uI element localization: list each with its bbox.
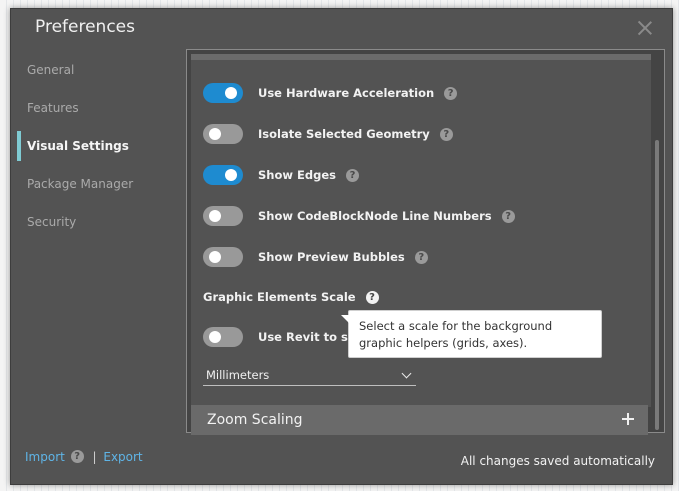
toggle-knob (209, 331, 221, 343)
import-link[interactable]: Import (25, 450, 65, 464)
toggle-knob (225, 169, 237, 181)
units-select-value: Millimeters (206, 368, 270, 382)
section-heading: Graphic Elements Scale (203, 290, 356, 304)
graphic-elements-scale-heading: Graphic Elements Scale ? (203, 286, 379, 308)
units-select[interactable]: Millimeters (203, 364, 416, 386)
setting-label: Show Preview Bubbles (258, 250, 405, 264)
sidebar-item-package-manager[interactable]: Package Manager (11, 165, 181, 203)
toggle-knob (209, 251, 221, 263)
setting-row-hardware-acceleration: Use Hardware Acceleration ? (203, 82, 458, 104)
setting-row-line-numbers: Show CodeBlockNode Line Numbers ? (203, 205, 515, 227)
expand-plus-icon[interactable] (622, 413, 634, 425)
isolate-geometry-toggle[interactable] (203, 124, 243, 144)
export-link[interactable]: Export (103, 450, 142, 464)
dialog-title: Preferences (35, 17, 135, 37)
help-icon[interactable]: ? (414, 250, 428, 264)
help-icon[interactable]: ? (501, 209, 515, 223)
zoom-scaling-section[interactable]: Zoom Scaling (191, 405, 648, 435)
sidebar-item-general[interactable]: General (11, 51, 181, 89)
show-edges-toggle[interactable] (203, 165, 243, 185)
sidebar-item-visual-settings[interactable]: Visual Settings (11, 127, 181, 165)
toggle-knob (209, 128, 221, 140)
setting-label: Use Hardware Acceleration (258, 86, 435, 100)
scrollbar[interactable] (655, 140, 659, 430)
preferences-dialog: Preferences General Features Visual Sett… (10, 8, 673, 485)
preview-bubbles-toggle[interactable] (203, 247, 243, 267)
hardware-acceleration-toggle[interactable] (203, 83, 243, 103)
setting-label: Show Edges (258, 168, 336, 182)
help-icon[interactable]: ? (439, 127, 453, 141)
setting-label: Isolate Selected Geometry (258, 127, 430, 141)
setting-row-show-edges: Show Edges ? (203, 164, 359, 186)
zoom-scaling-label: Zoom Scaling (207, 412, 303, 428)
tooltip: Select a scale for the background graphi… (341, 310, 602, 358)
sidebar-item-security[interactable]: Security (11, 203, 181, 241)
panel-top-divider (191, 54, 651, 60)
setting-row-preview-bubbles: Show Preview Bubbles ? (203, 246, 428, 268)
toggle-knob (209, 210, 221, 222)
setting-label: Show CodeBlockNode Line Numbers (258, 209, 492, 223)
close-icon[interactable] (636, 19, 654, 37)
settings-panel: Use Hardware Acceleration ? Isolate Sele… (186, 49, 665, 435)
import-export-links: Import ? | Export (25, 449, 143, 464)
line-numbers-toggle[interactable] (203, 206, 243, 226)
sidebar-item-features[interactable]: Features (11, 89, 181, 127)
revit-scale-toggle[interactable] (203, 327, 243, 347)
help-icon[interactable]: ? (70, 450, 84, 463)
help-icon[interactable]: ? (444, 86, 458, 100)
toggle-knob (225, 87, 237, 99)
setting-row-isolate-geometry: Isolate Selected Geometry ? (203, 123, 453, 145)
link-separator: | (92, 449, 97, 464)
setting-row-revit-scale: Use Revit to scal (203, 326, 366, 348)
autosave-status: All changes saved automatically (460, 454, 655, 468)
help-icon[interactable]: ? (365, 290, 379, 304)
chevron-down-icon (401, 368, 412, 379)
sidebar-nav: General Features Visual Settings Package… (11, 51, 181, 241)
help-icon[interactable]: ? (345, 168, 359, 182)
